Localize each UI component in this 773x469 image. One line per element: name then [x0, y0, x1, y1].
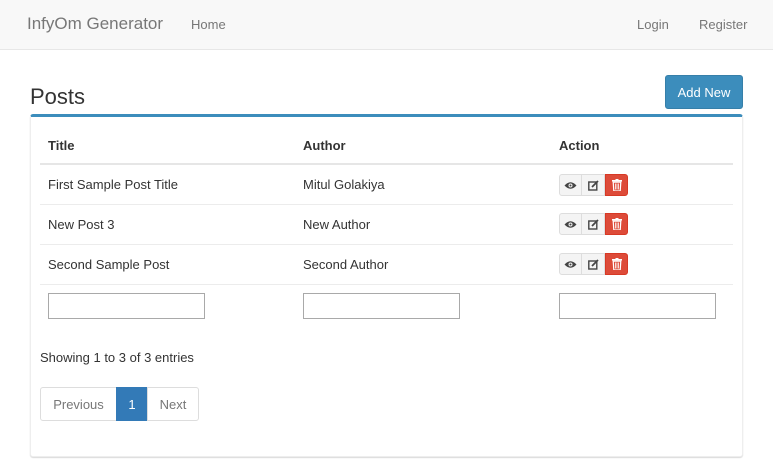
row-3-delete-button[interactable] [605, 253, 628, 275]
row-3-actions [559, 253, 628, 275]
nav-home-link[interactable]: Home [191, 17, 226, 32]
eye-icon [564, 220, 577, 228]
edit-icon [587, 218, 599, 230]
table-header-divider [40, 163, 733, 165]
row-3-title: Second Sample Post [48, 257, 170, 272]
row-divider [40, 284, 733, 285]
row-1-actions [559, 174, 628, 196]
row-1-view-button[interactable] [559, 174, 582, 196]
pagination-next[interactable]: Next [147, 387, 199, 421]
row-divider [40, 204, 733, 205]
add-new-button[interactable]: Add New [665, 75, 743, 109]
column-header-action: Action [559, 138, 600, 153]
column-header-title[interactable]: Title [48, 138, 75, 153]
trash-icon [611, 179, 622, 191]
title-filter-input[interactable] [48, 293, 205, 319]
trash-icon [611, 218, 622, 230]
eye-icon [564, 260, 577, 268]
action-filter-input[interactable] [559, 293, 716, 319]
row-2-author: New Author [303, 217, 371, 232]
row-2-view-button[interactable] [559, 213, 582, 235]
table-info: Showing 1 to 3 of 3 entries [40, 350, 194, 365]
row-1-title: First Sample Post Title [48, 177, 179, 192]
brand-link[interactable]: InfyOm Generator [27, 14, 163, 34]
pagination: Previous 1 Next [40, 387, 199, 421]
row-1-author: Mitul Golakiya [303, 177, 385, 192]
pagination-page-1[interactable]: 1 [116, 387, 148, 421]
top-navbar: InfyOm Generator Home Login Register [0, 0, 773, 50]
nav-login-link[interactable]: Login [637, 17, 669, 32]
eye-icon [564, 181, 577, 189]
author-filter-input[interactable] [303, 293, 460, 319]
edit-icon [587, 179, 599, 191]
edit-icon [587, 258, 599, 270]
row-2-edit-button[interactable] [582, 213, 605, 235]
row-3-edit-button[interactable] [582, 253, 605, 275]
row-2-actions [559, 213, 628, 235]
row-2-delete-button[interactable] [605, 213, 628, 235]
nav-register-link[interactable]: Register [699, 17, 747, 32]
column-header-author[interactable]: Author [303, 138, 346, 153]
trash-icon [611, 258, 622, 270]
row-1-delete-button[interactable] [605, 174, 628, 196]
row-3-author: Second Author [303, 257, 389, 272]
page-title: Posts [30, 84, 86, 109]
row-1-edit-button[interactable] [582, 174, 605, 196]
pagination-previous[interactable]: Previous [40, 387, 117, 421]
row-2-title: New Post 3 [48, 217, 115, 232]
row-3-view-button[interactable] [559, 253, 582, 275]
row-divider [40, 244, 733, 245]
